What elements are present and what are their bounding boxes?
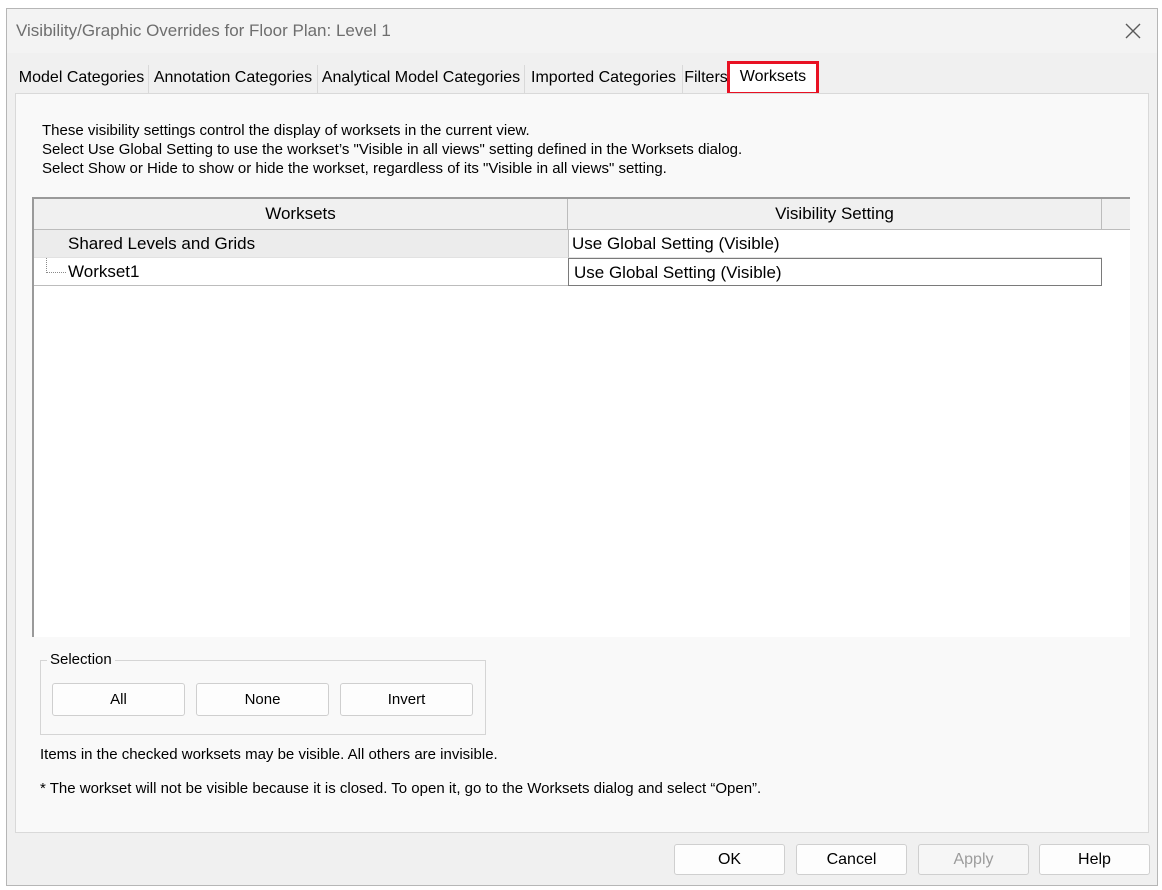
column-header-worksets[interactable]: Worksets (34, 199, 568, 229)
tab-label: Worksets (739, 68, 807, 85)
window-title: Visibility/Graphic Overrides for Floor P… (16, 21, 391, 40)
tab-strip: Model Categories Annotation Categories A… (15, 61, 1145, 95)
tab-analytical-model-categories[interactable]: Analytical Model Categories (318, 65, 525, 93)
workset-name-cell[interactable]: Workset1 (34, 258, 568, 286)
select-none-button[interactable]: None (196, 683, 329, 716)
tab-label: Imported Categories (531, 69, 676, 86)
visibility-graphics-dialog: Visibility/Graphic Overrides for Floor P… (6, 8, 1158, 886)
worksets-grid: Worksets Visibility Setting Shared Level… (32, 197, 1130, 637)
checked-worksets-note: Items in the checked worksets may be vis… (40, 746, 498, 763)
tab-imported-categories[interactable]: Imported Categories (525, 65, 683, 93)
help-button[interactable]: Help (1039, 844, 1150, 875)
tab-label: Analytical Model Categories (321, 69, 521, 86)
worksets-tab-panel: These visibility settings control the di… (15, 93, 1149, 833)
visibility-setting-cell[interactable]: Use Global Setting (Visible) (568, 230, 1102, 258)
close-button[interactable] (1115, 15, 1151, 47)
table-row[interactable]: Workset1 Use Global Setting (Visible) (34, 258, 1102, 286)
tab-label: Annotation Categories (153, 69, 313, 86)
tab-model-categories[interactable]: Model Categories (15, 65, 149, 93)
visibility-setting-cell[interactable]: Use Global Setting (Visible) (568, 258, 1102, 286)
tab-label: Filters (684, 69, 728, 86)
selection-group-label: Selection (47, 651, 115, 668)
workset-name-cell[interactable]: Shared Levels and Grids (34, 230, 568, 258)
title-bar: Visibility/Graphic Overrides for Floor P… (7, 9, 1157, 53)
tab-filters[interactable]: Filters (683, 65, 729, 93)
grid-header: Worksets Visibility Setting (34, 199, 1130, 230)
invert-selection-button[interactable]: Invert (340, 683, 473, 716)
description-line-2: Select Use Global Setting to use the wor… (42, 141, 743, 158)
table-row[interactable]: Shared Levels and Grids Use Global Setti… (34, 230, 1102, 258)
column-header-visibility-setting[interactable]: Visibility Setting (568, 199, 1102, 229)
description-line-1: These visibility settings control the di… (42, 122, 530, 139)
close-icon (1125, 23, 1141, 39)
ok-button[interactable]: OK (674, 844, 785, 875)
apply-button[interactable]: Apply (918, 844, 1029, 875)
tab-worksets[interactable]: Worksets (727, 61, 819, 95)
closed-workset-note: * The workset will not be visible becaus… (40, 780, 762, 797)
description-line-3: Select Show or Hide to show or hide the … (42, 160, 667, 177)
cancel-button[interactable]: Cancel (796, 844, 907, 875)
tab-label: Model Categories (18, 69, 145, 86)
tab-annotation-categories[interactable]: Annotation Categories (149, 65, 318, 93)
select-all-button[interactable]: All (52, 683, 185, 716)
selection-group: Selection All None Invert (40, 651, 486, 735)
